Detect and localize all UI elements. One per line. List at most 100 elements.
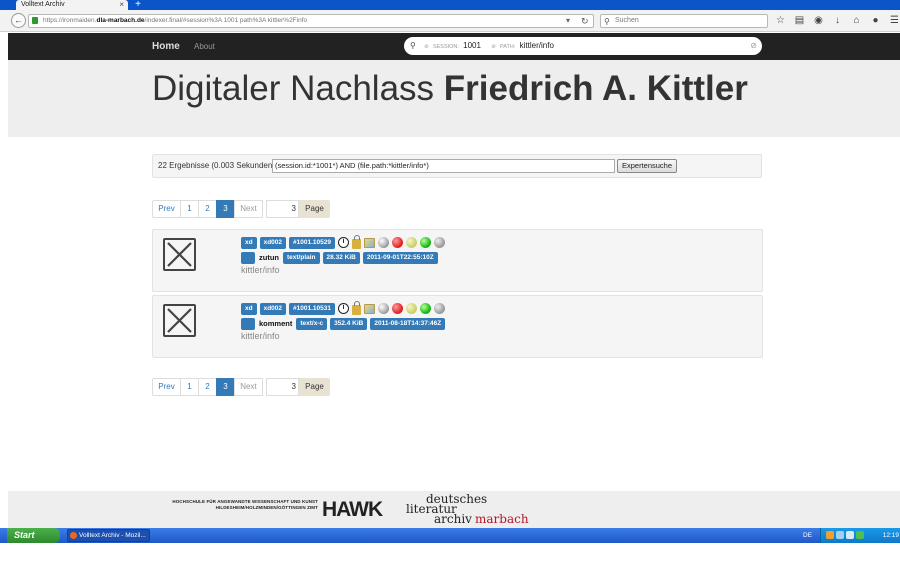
green-status-icon[interactable] xyxy=(420,303,431,314)
date-badge: 2011-08-18T14:37:46Z xyxy=(370,317,446,330)
site-navbar: Home About ⚲ ⊘ SESSION: 1001 ⊘ PATH: kit… xyxy=(8,33,900,60)
tab-close-icon[interactable]: × xyxy=(119,0,124,10)
path-facet-key: PATH: xyxy=(500,44,516,50)
red-status-icon[interactable] xyxy=(392,303,403,314)
pocket-icon[interactable]: ◉ xyxy=(811,14,826,28)
info-icon[interactable]: i xyxy=(338,303,349,314)
pagination-prev[interactable]: Prev xyxy=(152,378,181,396)
disk-badge[interactable]: xd002 xyxy=(259,236,287,249)
chat-icon[interactable]: ● xyxy=(868,14,883,28)
lock-icon[interactable] xyxy=(352,234,361,249)
home-icon[interactable]: ⌂ xyxy=(849,14,864,28)
menu-icon[interactable]: ☰ xyxy=(887,14,900,28)
pagination-page-1[interactable]: 1 xyxy=(180,378,199,396)
hawk-institution-text: HOCHSCHULE FÜR ANGEWANDTE WISSENSCHAFT U… xyxy=(172,499,318,510)
id-badge[interactable]: #1001.10531 xyxy=(289,302,335,315)
query-expression-input[interactable]: (session.id:*1001*) AND (file.path:*kitt… xyxy=(272,159,615,173)
page-title-bold: Friedrich A. Kittler xyxy=(443,69,748,108)
pagination-page-1[interactable]: 1 xyxy=(180,200,199,218)
image-icon[interactable] xyxy=(364,237,375,248)
taskbar-firefox-item[interactable]: Volltext Archiv - Mozil... xyxy=(67,529,150,542)
page-number-input[interactable]: 3 xyxy=(266,378,299,396)
pagination-next[interactable]: Next xyxy=(234,378,263,396)
id-badge[interactable]: #1001.10529 xyxy=(289,236,335,249)
tray-security-icon[interactable] xyxy=(856,531,864,539)
hawk-logo[interactable]: HAWK xyxy=(322,498,383,522)
bookmark-star-icon[interactable]: ☆ xyxy=(773,14,788,28)
image-icon[interactable] xyxy=(364,303,375,314)
page-number-input[interactable]: 3 xyxy=(266,200,299,218)
clear-search-icon[interactable]: ⊘ xyxy=(750,37,757,55)
green-status-icon[interactable] xyxy=(420,237,431,248)
grey-status-icon[interactable] xyxy=(434,303,445,314)
browser-tab[interactable]: Volltext Archiv × xyxy=(16,0,128,10)
reading-list-icon[interactable]: ▤ xyxy=(792,14,807,28)
result-count: 22 Ergebnisse (0.003 Sekunden) xyxy=(158,161,275,170)
system-tray: 12:19 xyxy=(820,528,900,543)
download-icon[interactable]: ↓ xyxy=(830,14,845,28)
taskbar: Start Volltext Archiv - Mozil... DE 12:1… xyxy=(0,528,900,543)
session-facet-remove-icon[interactable]: ⊘ xyxy=(424,44,429,50)
session-facet-key: SESSION: xyxy=(432,44,459,50)
info-icon[interactable]: i xyxy=(338,237,349,248)
missing-thumbnail-icon[interactable] xyxy=(163,238,196,271)
disc-icon[interactable] xyxy=(378,303,389,314)
dla-line-3: archiv xyxy=(434,512,472,526)
pagination-page-3[interactable]: 3 xyxy=(216,200,235,218)
result-item: xd xd002 #1001.10531 i komment text/x-c … xyxy=(152,295,763,358)
browser-tab-strip: Volltext Archiv × + xyxy=(0,0,900,10)
yellow-status-icon[interactable] xyxy=(406,237,417,248)
tray-network-icon[interactable] xyxy=(836,531,844,539)
browser-tab-title: Volltext Archiv xyxy=(21,1,65,8)
pagination-prev[interactable]: Prev xyxy=(152,200,181,218)
taskbar-item-label: Volltext Archiv - Mozil... xyxy=(79,532,146,539)
nav-about-link[interactable]: About xyxy=(194,33,215,60)
tray-icons xyxy=(826,531,864,539)
back-icon[interactable]: ← xyxy=(11,13,26,28)
new-tab-button[interactable]: + xyxy=(132,0,144,10)
disc-icon[interactable] xyxy=(378,237,389,248)
missing-thumbnail-icon[interactable] xyxy=(163,304,196,337)
lock-icon[interactable] xyxy=(352,300,361,315)
result-filename[interactable]: komment xyxy=(259,319,292,328)
language-indicator[interactable]: DE xyxy=(803,528,812,543)
filesystem-badge[interactable]: xd xyxy=(241,302,257,315)
expert-search-button[interactable]: Expertensuche xyxy=(617,159,677,173)
pagination-bottom: Prev 1 2 3 Next 3 Page xyxy=(152,378,330,396)
page-title-light: Digitaler Nachlass xyxy=(152,69,444,108)
search-icon: ⚲ xyxy=(604,17,610,26)
page-header: Digitaler Nachlass Friedrich A. Kittler xyxy=(8,60,900,137)
yellow-status-icon[interactable] xyxy=(406,303,417,314)
disk-badge[interactable]: xd002 xyxy=(259,302,287,315)
path-facet-remove-icon[interactable]: ⊘ xyxy=(491,44,496,50)
red-status-icon[interactable] xyxy=(392,237,403,248)
type-badge xyxy=(241,317,255,330)
url-bar[interactable]: https://ironmaiden.dla-marbach.de/indexe… xyxy=(28,14,594,28)
tray-volume-icon[interactable] xyxy=(846,531,854,539)
mime-badge: text/x-c xyxy=(296,317,328,330)
pagination-page-2[interactable]: 2 xyxy=(198,200,217,218)
facet-search-input[interactable]: ⚲ ⊘ SESSION: 1001 ⊘ PATH: kittler/info ⊘ xyxy=(404,37,762,55)
reload-icon[interactable]: ↻ xyxy=(581,14,589,28)
result-path: kittler/info xyxy=(241,331,280,341)
pagination-top: Prev 1 2 3 Next 3 Page xyxy=(152,200,330,218)
nav-home-link[interactable]: Home xyxy=(152,33,180,60)
web-search-input[interactable]: ⚲ Suchen xyxy=(600,14,768,28)
url-dropdown-icon[interactable]: ▾ xyxy=(566,14,570,28)
result-tags: xd xd002 #1001.10531 i xyxy=(241,300,445,315)
filesystem-badge[interactable]: xd xyxy=(241,236,257,249)
start-button[interactable]: Start xyxy=(7,528,60,543)
pagination-page-3[interactable]: 3 xyxy=(216,378,235,396)
path-facet[interactable]: ⊘ PATH: kittler/info xyxy=(491,41,562,50)
pagination-next[interactable]: Next xyxy=(234,200,263,218)
grey-status-icon[interactable] xyxy=(434,237,445,248)
page-footer: HOCHSCHULE FÜR ANGEWANDTE WISSENSCHAFT U… xyxy=(8,491,900,528)
result-item: xd xd002 #1001.10529 i zutun text/plain … xyxy=(152,229,763,292)
tray-app-icon[interactable] xyxy=(826,531,834,539)
result-filename[interactable]: zutun xyxy=(259,253,279,262)
page-go-button[interactable]: Page xyxy=(299,378,330,396)
session-facet[interactable]: ⊘ SESSION: 1001 xyxy=(424,41,491,50)
result-meta: komment text/x-c 352.4 KiB 2011-08-18T14… xyxy=(241,317,446,330)
pagination-page-2[interactable]: 2 xyxy=(198,378,217,396)
page-go-button[interactable]: Page xyxy=(299,200,330,218)
